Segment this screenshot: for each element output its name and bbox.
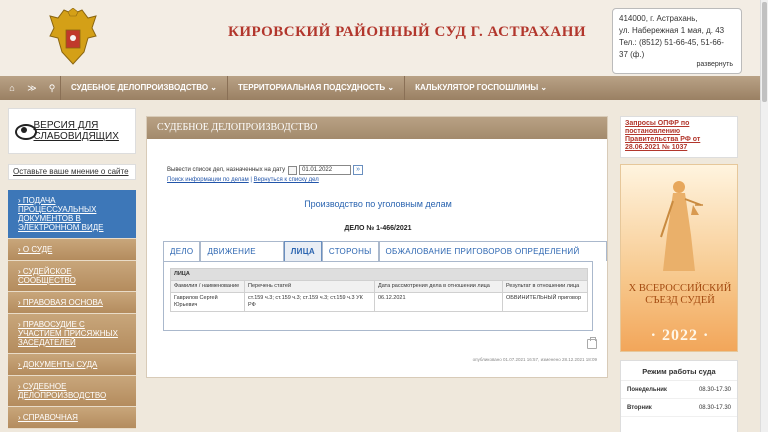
address-line: 414000, г. Астрахань, [619, 14, 698, 23]
court-title: КИРОВСКИЙ РАЙОННЫЙ СУД Г. АСТРАХАНИ [228, 24, 587, 40]
schedule-day: Понедельник [627, 387, 667, 393]
show-cases-button[interactable]: » [353, 165, 364, 175]
address-line: Тел.: (8512) 51-66-45, 51-66- [619, 38, 724, 47]
tab-case[interactable]: ДЕЛО [163, 241, 201, 261]
sidebar-item-jury[interactable]: › ПРАВОСУДИЕ С УЧАСТИЕМ ПРИСЯЖНЫХ ЗАСЕДА… [8, 314, 136, 354]
table-cell: ст.159 ч.3; ст.159 ч.3; ст.159 ч.3; ст.1… [244, 292, 375, 312]
nav-item-court-proceedings[interactable]: СУДЕБНОЕ ДЕЛОПРОИЗВОДСТВО ⌄ [60, 76, 227, 100]
nav-item-territorial-jurisdiction[interactable]: ТЕРРИТОРИАЛЬНАЯ ПОДСУДНОСТЬ ⌄ [227, 76, 404, 100]
case-links: Поиск информации по делам | Вернуться к … [167, 177, 319, 183]
left-sidebar: ВЕРСИЯ ДЛЯ СЛАБОВИДЯЩИХ Оставьте ваше мн… [8, 108, 136, 429]
date-filter-label: Вывести список дел, назначенных на дату [167, 167, 286, 173]
link-separator: | [250, 177, 252, 183]
table-cell: ОБВИНИТЕЛЬНЫЙ приговор [502, 292, 588, 312]
table-cell: Гаврилов Сергей Юрьевич [170, 292, 245, 312]
schedule-day: Вторник [627, 405, 652, 411]
scrollbar-thumb[interactable] [762, 2, 767, 102]
sidebar-menu: › ПОДАЧА ПРОЦЕССУАЛЬНЫХ ДОКУМЕНТОВ В ЭЛЕ… [8, 190, 136, 429]
schedule-title: Режим работы суда [621, 361, 737, 381]
column-header: Результат в отношении лица [502, 280, 588, 293]
address-box: 414000, г. Астрахань, ул. Набережная 1 м… [612, 8, 742, 74]
tab-persons[interactable]: ЛИЦА [283, 241, 322, 261]
calendar-icon[interactable] [288, 165, 298, 175]
page-title: СУДЕБНОЕ ДЕЛОПРОИЗВОДСТВО [147, 117, 607, 139]
sidebar-item-e-filing[interactable]: › ПОДАЧА ПРОЦЕССУАЛЬНЫХ ДОКУМЕНТОВ В ЭЛЕ… [8, 190, 136, 239]
main-content: СУДЕБНОЕ ДЕЛОПРОИЗВОДСТВО Вывести список… [146, 116, 608, 378]
sidebar-item-reference[interactable]: › СПРАВОЧНАЯ [8, 407, 136, 429]
case-category: Производство по уголовным делам [304, 199, 452, 209]
banner-year: · 2022 · [650, 327, 710, 344]
sidebar-item-legal-basis[interactable]: › ПРАВОВАЯ ОСНОВА [8, 292, 136, 314]
blind-version-label: ВЕРСИЯ ДЛЯ СЛАБОВИДЯЩИХ [33, 120, 119, 142]
search-icon[interactable]: ⚲ [44, 83, 60, 94]
column-header: Перечень статей [244, 280, 375, 293]
schedule-row: Вторник 08.30-17.30 [621, 399, 737, 417]
date-filter: Вывести список дел, назначенных на дату … [167, 165, 364, 175]
banner-title: X ВСЕРОССИЙСКИЙ СЪЕЗД СУДЕЙ [621, 283, 737, 307]
table-caption: ЛИЦА [170, 268, 588, 281]
case-tabs: ДЕЛО ДВИЖЕНИЕ ДЕЛА ЛИЦА СТОРОНЫ ОБЖАЛОВА… [163, 241, 607, 276]
sidebar-item-court-proceedings[interactable]: › СУДЕБНОЕ ДЕЛОПРОИЗВОДСТВО [8, 376, 136, 407]
date-input[interactable]: 01.01.2022 [299, 165, 352, 175]
case-number: ДЕЛО № 1-466/2021 [344, 225, 412, 232]
sitemap-icon[interactable]: ≫ [24, 83, 40, 94]
feedback-link[interactable]: Оставьте ваше мнение о сайте [8, 164, 136, 180]
expand-address-link[interactable]: развернуть [694, 59, 735, 71]
main-nav: ⌂ ≫ ⚲ СУДЕБНОЕ ДЕЛОПРОИЗВОДСТВО ⌄ ТЕРРИТ… [0, 76, 760, 100]
address-line: ул. Набережная 1 мая, д. 43 [619, 26, 725, 35]
tab-case-movement[interactable]: ДВИЖЕНИЕ ДЕЛА [200, 241, 284, 276]
tab-parties[interactable]: СТОРОНЫ [321, 241, 379, 261]
table-row: Гаврилов Сергей Юрьевич ст.159 ч.3; ст.1… [170, 292, 588, 312]
sidebar-item-court-documents[interactable]: › ДОКУМЕНТЫ СУДА [8, 354, 136, 376]
tab-appeals[interactable]: ОБЖАЛОВАНИЕ ПРИГОВОРОВ ОПРЕДЕЛЕНИЙ (ПОСТ… [378, 241, 607, 276]
table-cell: 06.12.2021 [374, 292, 503, 312]
back-to-list-link[interactable]: Вернуться к списку дел [254, 177, 319, 183]
banner-title-line: X ВСЕРОССИЙСКИЙ [628, 283, 732, 294]
court-schedule: Режим работы суда Понедельник 08.30-17.3… [620, 360, 738, 432]
nav-item-fee-calculator[interactable]: КАЛЬКУЛЯТОР ГОСПОШЛИНЫ ⌄ [404, 76, 557, 100]
blind-version-button[interactable]: ВЕРСИЯ ДЛЯ СЛАБОВИДЯЩИХ [8, 108, 136, 154]
opfr-requests-link[interactable]: Запросы ОПФР по постановлению Правительс… [620, 116, 738, 158]
right-sidebar: Запросы ОПФР по постановлению Правительс… [620, 116, 738, 432]
home-icon[interactable]: ⌂ [4, 83, 20, 93]
sidebar-item-about-court[interactable]: › О СУДЕ [8, 239, 136, 261]
persons-table: ЛИЦА Фамилия / наименование Перечень ста… [170, 268, 588, 312]
site-header: КИРОВСКИЙ РАЙОННЫЙ СУД Г. АСТРАХАНИ 4140… [0, 0, 760, 76]
schedule-hours: 08.30-17.30 [698, 405, 731, 411]
publication-info: опубликовано 01.07.2021 16:57, изменено … [472, 357, 597, 362]
persons-panel: ЛИЦА Фамилия / наименование Перечень ста… [163, 261, 593, 331]
column-header: Дата рассмотрения дела в отношении лица [374, 280, 503, 293]
banner-title-line: СЪЕЗД СУДЕЙ [645, 295, 715, 306]
schedule-row: Понедельник 08.30-17.30 [621, 381, 737, 399]
themis-figure-icon [660, 181, 703, 271]
schedule-hours: 08.30-17.30 [698, 387, 731, 393]
sidebar-item-judicial-community[interactable]: › СУДЕЙСКОЕ СООБЩЕСТВО [8, 261, 136, 292]
search-cases-link[interactable]: Поиск информации по делам [167, 177, 249, 183]
coat-of-arms-icon [49, 8, 97, 65]
print-icon[interactable] [587, 337, 597, 349]
congress-banner[interactable]: X ВСЕРОССИЙСКИЙ СЪЕЗД СУДЕЙ · 2022 · [620, 164, 738, 352]
page-scrollbar[interactable] [760, 0, 768, 432]
column-header: Фамилия / наименование [170, 280, 245, 293]
eye-icon [15, 124, 38, 140]
